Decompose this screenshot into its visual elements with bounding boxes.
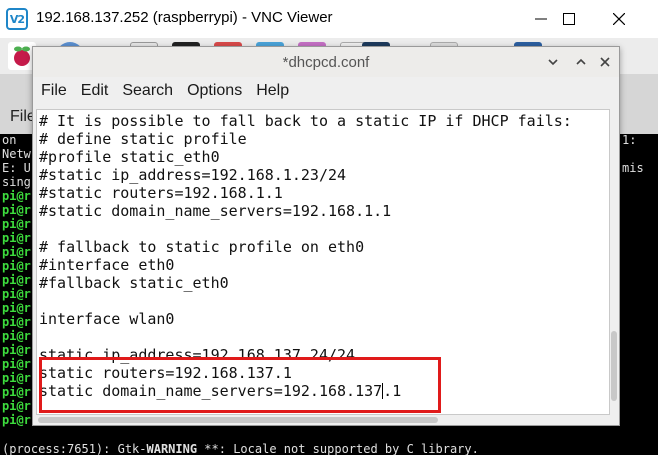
close-button[interactable] <box>596 0 642 38</box>
editor-close-button[interactable] <box>597 54 613 70</box>
editor-titlebar[interactable]: *dhcpcd.conf <box>33 47 619 77</box>
editor-title: *dhcpcd.conf <box>282 54 370 71</box>
code-line: # It is possible to fall back to a stati… <box>39 112 572 130</box>
terminal-prompt: pi@r <box>2 385 31 399</box>
minimize-icon <box>548 59 558 66</box>
code-line: # define static profile <box>39 130 247 148</box>
terminal-prompt: pi@r <box>2 203 31 217</box>
vertical-scrollbar-thumb[interactable] <box>611 331 617 401</box>
terminal-line: E: U <box>2 161 31 175</box>
menu-options[interactable]: Options <box>187 80 242 102</box>
terminal-prompt: pi@r <box>2 231 31 245</box>
window-title: 192.168.137.252 (raspberrypi) - VNC View… <box>36 9 333 26</box>
close-icon <box>600 57 610 67</box>
horizontal-scrollbar[interactable] <box>36 415 610 425</box>
code-line: #fallback static_eth0 <box>39 274 229 292</box>
terminal-warning-prefix: (process:7651): Gtk- <box>2 442 147 455</box>
terminal-prompt: pi@r <box>2 343 31 357</box>
terminal-prompt: pi@r <box>2 245 31 259</box>
menu-file[interactable]: File <box>41 80 67 102</box>
editor-maximize-button[interactable] <box>573 54 589 70</box>
vnc-logo-icon: V2 <box>6 8 28 30</box>
terminal-prompt: pi@r <box>2 329 31 343</box>
terminal-line-tail: 1: <box>622 134 637 147</box>
terminal-prompt: pi@r <box>2 371 31 385</box>
terminal-prompt: pi@r <box>2 273 31 287</box>
terminal-prompt: pi@r <box>2 399 31 413</box>
maximize-icon <box>563 13 575 25</box>
terminal-line-tail: mis <box>622 161 644 175</box>
terminal-prompt: pi@r <box>2 287 31 301</box>
vnc-titlebar: V2 192.168.137.252 (raspberrypi) - VNC V… <box>0 0 658 38</box>
code-line: #static domain_name_servers=192.168.1.1 <box>39 202 392 220</box>
terminal-prompt: pi@r <box>2 259 31 273</box>
editor-menubar: File Edit Search Options Help <box>33 77 619 105</box>
terminal-line: Netw <box>2 147 31 161</box>
vertical-scrollbar[interactable] <box>610 109 618 415</box>
code-line: #static routers=192.168.1.1 <box>39 184 283 202</box>
maximize-button[interactable] <box>546 0 592 38</box>
code-line: #profile static_eth0 <box>39 148 220 166</box>
menu-search[interactable]: Search <box>122 80 173 102</box>
terminal-prompt: pi@r <box>2 315 31 329</box>
editor-minimize-button[interactable] <box>545 54 561 70</box>
terminal-prompt: pi@r <box>2 301 31 315</box>
terminal-line: on <box>2 134 17 147</box>
close-icon <box>613 13 625 25</box>
maximize-icon <box>576 58 586 65</box>
code-line: # fallback to static profile on eth0 <box>39 238 365 256</box>
code-line: #interface eth0 <box>39 256 175 274</box>
text-editor-window[interactable]: *dhcpcd.conf File Edit Search Options He… <box>32 46 620 426</box>
terminal-warning-suffix: **: Locale not supported by C library. <box>197 442 479 455</box>
terminal-prompt: pi@r <box>2 189 31 203</box>
code-line: #static ip_address=192.168.1.23/24 <box>39 166 347 184</box>
remote-desktop[interactable]: File on Netw E: U sing pi@r pi@r pi@r pi… <box>0 38 658 455</box>
terminal-warning-line: (process:7651): Gtk-WARNING **: Locale n… <box>2 442 479 455</box>
terminal-warning-keyword: WARNING <box>146 442 198 455</box>
terminal-prompt: pi@r <box>2 357 31 371</box>
menu-edit[interactable]: Edit <box>81 80 109 102</box>
terminal-prompt: pi@r <box>2 217 31 231</box>
horizontal-scrollbar-thumb[interactable] <box>38 417 438 423</box>
terminal-prompt: pi@r <box>2 413 31 427</box>
editor-text-area[interactable]: # It is possible to fall back to a stati… <box>36 109 610 415</box>
terminal-line: sing <box>2 175 31 189</box>
highlight-annotation-box <box>39 357 441 413</box>
code-line: interface wlan0 <box>39 310 175 328</box>
menu-help[interactable]: Help <box>256 80 289 102</box>
